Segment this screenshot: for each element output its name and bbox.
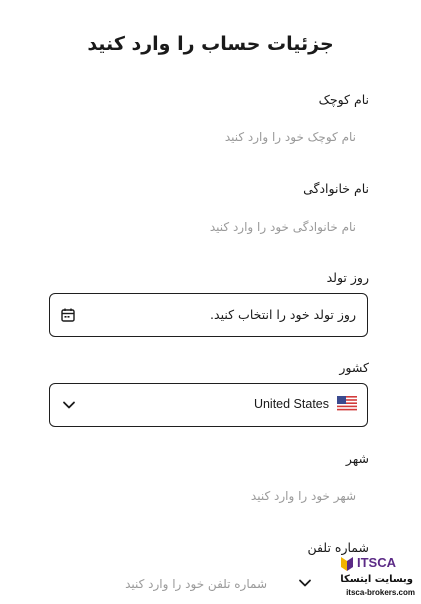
calendar-icon[interactable]	[60, 307, 76, 323]
last-name-field[interactable]	[50, 216, 371, 238]
city-label: شهر	[345, 451, 369, 466]
country-value: United States	[253, 397, 329, 411]
itsca-logo-icon	[341, 557, 353, 571]
birthday-placeholder: روز تولد خود را انتخاب کنید.	[210, 307, 356, 322]
watermark-tagline: وبسایت ایتسکا	[340, 574, 413, 585]
us-flag-icon	[337, 396, 357, 411]
country-label: کشور	[339, 360, 369, 375]
birthday-picker[interactable]: روز تولد خود را انتخاب کنید.	[49, 293, 368, 337]
first-name-label: نام کوچک	[318, 92, 369, 107]
chevron-down-icon[interactable]	[62, 398, 76, 412]
phone-country-chevron-icon[interactable]	[298, 576, 312, 590]
last-name-label: نام خانوادگی	[303, 181, 369, 196]
birthday-label: روز تولد	[326, 270, 369, 285]
phone-field[interactable]	[120, 573, 271, 595]
country-select[interactable]: United States	[49, 383, 368, 427]
page-title: جزئیات حساب را وارد کنید	[87, 33, 334, 55]
city-field[interactable]	[50, 485, 371, 507]
watermark-url: itsca-brokers.com	[346, 588, 415, 597]
first-name-field[interactable]	[50, 126, 371, 148]
itsca-watermark: ITSCA وبسایت ایتسکا itsca-brokers.com	[335, 553, 415, 601]
watermark-brand: ITSCA	[357, 555, 396, 570]
